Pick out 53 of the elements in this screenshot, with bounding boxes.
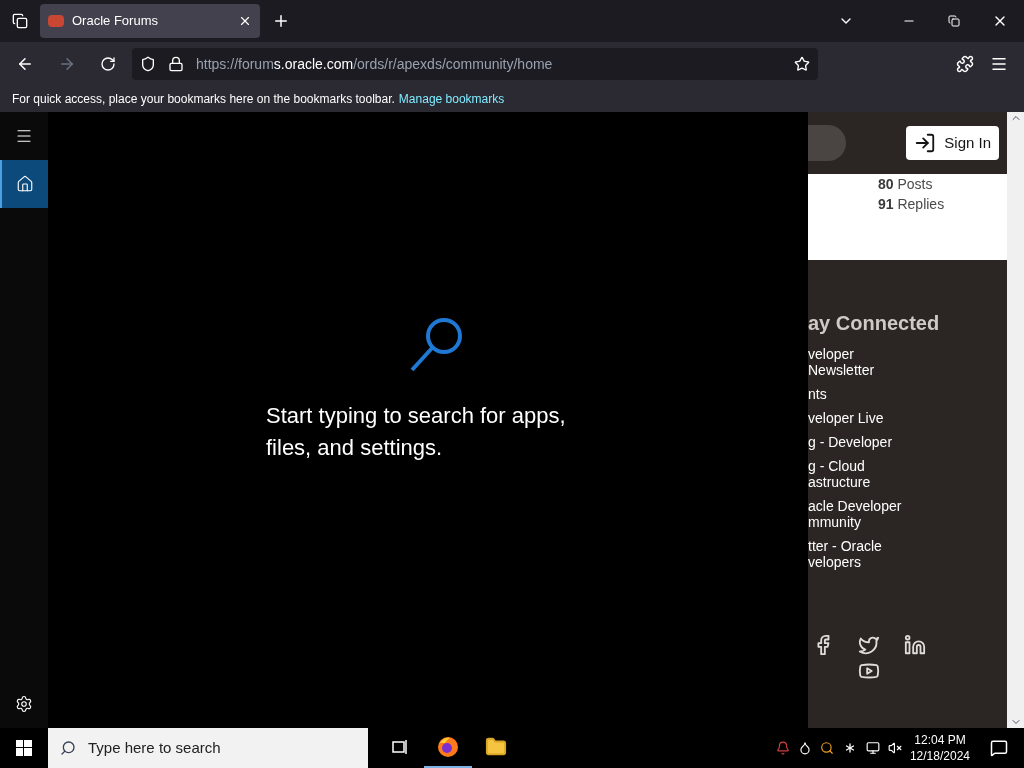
footer-link[interactable]: g - Developer: [808, 434, 918, 450]
tab-list-icon[interactable]: [12, 13, 28, 29]
clock[interactable]: 12:04 PM 12/18/2024: [905, 732, 974, 764]
extensions-icon[interactable]: [956, 55, 974, 73]
volume-muted-icon[interactable]: [887, 741, 902, 755]
footer-link[interactable]: veloper Newsletter: [808, 346, 918, 378]
forward-icon[interactable]: [58, 55, 76, 73]
reload-icon[interactable]: [100, 56, 116, 72]
url-bar[interactable]: https://forums.oracle.com/ords/r/apexds/community/home: [132, 48, 818, 80]
network-icon[interactable]: [865, 741, 880, 755]
taskbar-search-field[interactable]: Type here to search: [48, 728, 368, 768]
search-icon: [60, 740, 76, 756]
manage-bookmarks-link[interactable]: Manage bookmarks: [398, 90, 505, 108]
lock-icon: [168, 56, 184, 72]
clock-date: 12/18/2024: [909, 748, 970, 764]
stat-text: 91 Replies: [878, 195, 946, 214]
footer-link[interactable]: veloper Live: [808, 410, 918, 426]
section-heading: ay Connected: [808, 311, 941, 336]
close-icon[interactable]: [238, 14, 252, 28]
star-icon[interactable]: [794, 56, 810, 72]
bell-icon[interactable]: [775, 741, 790, 755]
home-button[interactable]: [0, 160, 48, 208]
firefox-icon: [436, 735, 460, 759]
menu-icon: [15, 127, 33, 145]
settings-icon: [15, 695, 33, 713]
new-tab-icon[interactable]: [272, 12, 290, 30]
footer-link[interactable]: g - Cloud astructure: [808, 458, 918, 490]
footer-link[interactable]: acle Developer mmunity: [808, 498, 918, 530]
sign-in-icon: [914, 132, 937, 154]
folder-icon: [485, 736, 507, 758]
search-hint: Start typing to search for apps, files, and settings.: [266, 402, 567, 462]
magnifier-icon[interactable]: [819, 741, 834, 755]
browser-tab[interactable]: Oracle Forums: [40, 4, 260, 38]
droplet-icon[interactable]: [797, 741, 812, 755]
menu-icon[interactable]: [990, 55, 1008, 73]
footer-link[interactable]: nts: [808, 386, 918, 402]
notifications-icon[interactable]: [990, 739, 1008, 757]
restore-icon[interactable]: [948, 15, 960, 27]
twitter-icon[interactable]: [858, 634, 880, 656]
back-icon[interactable]: [16, 55, 34, 73]
oracle-icon: [48, 15, 64, 27]
footer-link[interactable]: tter - Oracle velopers: [808, 538, 918, 570]
home-icon: [16, 175, 34, 193]
search-input[interactable]: Type here to search: [88, 736, 356, 760]
bookmarks-hint: For quick access, place your bookmarks here on the bookmarks toolbar.: [12, 91, 395, 108]
sign-in-button[interactable]: Sign In: [906, 125, 999, 161]
task-view-icon: [391, 738, 409, 756]
url-text: https://forums.oracle.com/ords/r/apexds/community/home: [196, 54, 554, 74]
tab-title: Oracle Forums: [72, 12, 159, 31]
clock-time: 12:04 PM: [914, 732, 966, 748]
linkedin-icon[interactable]: [904, 634, 926, 656]
stat-text: 80 Posts: [878, 175, 934, 194]
shield-icon: [140, 56, 156, 72]
